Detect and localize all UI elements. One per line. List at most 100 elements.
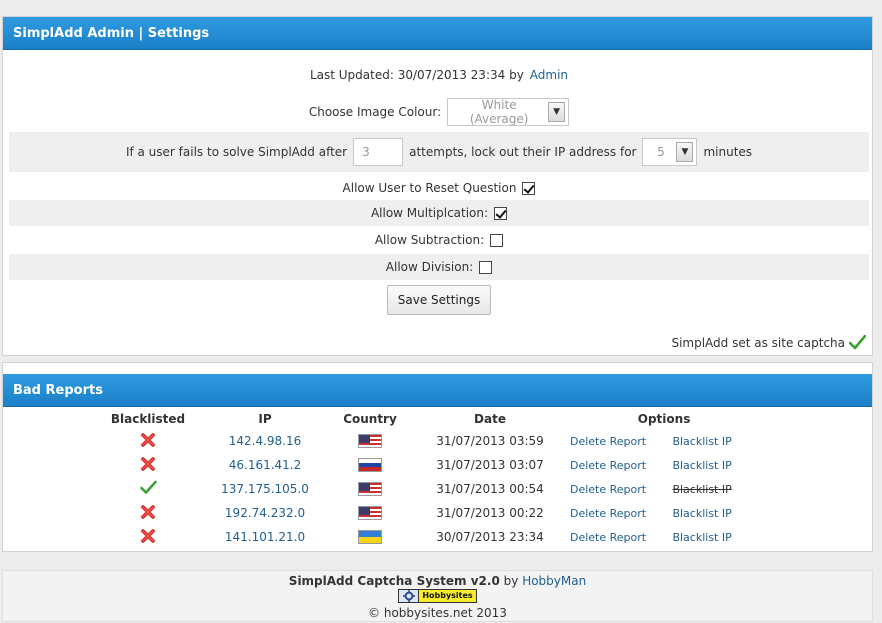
footer-badge-row: Hobbysites [3, 588, 872, 605]
blacklist-cell: Blacklist IP [646, 453, 758, 477]
blacklist-ip-link[interactable]: Blacklist IP [672, 507, 731, 520]
blacklist-cell: Blacklist IP [646, 501, 758, 525]
blacklist-status-cell [96, 453, 200, 477]
blacklist-status-cell [96, 429, 200, 453]
cross-icon [141, 432, 155, 447]
column-header-ip: IP [258, 412, 272, 426]
delete-report-link[interactable]: Delete Report [570, 531, 646, 544]
ip-link[interactable]: 137.175.105.0 [221, 482, 309, 496]
last-updated-user-link[interactable]: Admin [530, 68, 568, 82]
last-updated-label: Last Updated: 30/07/2013 23:34 by [309, 68, 524, 82]
ip-cell: 141.101.21.0 [200, 525, 330, 549]
ip-link[interactable]: 192.74.232.0 [225, 506, 305, 520]
blacklist-status-cell [96, 501, 200, 525]
blacklist-ip-link[interactable]: Blacklist IP [672, 531, 731, 544]
column-header-country: Country [343, 412, 397, 426]
cross-icon [141, 504, 155, 519]
delete-report-link[interactable]: Delete Report [570, 507, 646, 520]
country-cell [330, 453, 410, 477]
check-icon [139, 480, 157, 494]
lockout-minutes-select[interactable]: 5 ▼ [642, 138, 698, 166]
allow-multiplication-label: Allow Multiplcation: [370, 206, 489, 220]
allow-division-row: Allow Division: [9, 254, 869, 280]
allow-division-label: Allow Division: [385, 260, 474, 274]
delete-cell: Delete Report [570, 525, 646, 549]
delete-cell: Delete Report [570, 429, 646, 453]
column-header-options: Options [637, 412, 691, 426]
cross-icon [141, 528, 155, 543]
lockout-prefix: If a user fails to solve SimplAdd after [125, 145, 348, 159]
ip-cell: 46.161.41.2 [200, 453, 330, 477]
delete-report-link[interactable]: Delete Report [570, 435, 646, 448]
captcha-status-text: SimplAdd set as site captcha [671, 335, 845, 350]
allow-subtraction-checkbox[interactable] [490, 233, 504, 247]
save-row: Save Settings [9, 284, 869, 316]
footer-by: by [503, 574, 519, 588]
settings-panel: SimplAdd Admin | Settings Last Updated: … [2, 16, 873, 356]
footer-credit: SimplAdd Captcha System v2.0 by HobbyMan [3, 574, 872, 588]
table-row: 141.101.21.0 30/07/2013 23:34 Delete Rep… [96, 525, 758, 549]
last-updated-row: Last Updated: 30/07/2013 23:34 by Admin [9, 65, 869, 85]
table-header-row: Blacklisted IP Country Date Options [96, 409, 758, 429]
footer: SimplAdd Captcha System v2.0 by HobbyMan… [2, 570, 873, 622]
column-header-blacklisted: Blacklisted [110, 412, 186, 426]
chevron-down-icon: ▼ [548, 102, 566, 122]
bad-reports-panel: Bad Reports Blacklisted IP Country Date … [2, 362, 873, 552]
allow-reset-checkbox[interactable] [522, 181, 536, 195]
country-cell [330, 429, 410, 453]
reports-table: Blacklisted IP Country Date Options 142.… [96, 409, 758, 549]
date-cell: 30/07/2013 23:34 [436, 530, 544, 544]
footer-copyright: © hobbysites.net 2013 [368, 606, 507, 620]
delete-report-link[interactable]: Delete Report [570, 459, 646, 472]
hobbysites-badge[interactable]: Hobbysites [398, 589, 477, 603]
delete-cell: Delete Report [570, 453, 646, 477]
image-colour-label: Choose Image Colour: [308, 105, 442, 119]
blacklist-ip-link[interactable]: Blacklist IP [672, 435, 731, 448]
check-icon [849, 335, 866, 350]
allow-subtraction-label: Allow Subtraction: [374, 233, 485, 247]
image-colour-select[interactable]: White (Average) ▼ [447, 98, 570, 126]
settings-header: SimplAdd Admin | Settings [3, 17, 872, 50]
ip-link[interactable]: 142.4.98.16 [229, 434, 302, 448]
lockout-suffix: minutes [703, 145, 753, 159]
column-header-date: Date [474, 412, 506, 426]
us-flag-icon [358, 506, 382, 520]
blacklist-cell: Blacklist IP [646, 429, 758, 453]
blacklist-ip-link[interactable]: Blacklist IP [672, 459, 731, 472]
date-cell: 31/07/2013 00:54 [436, 482, 544, 496]
allow-reset-label: Allow User to Reset Question [342, 181, 517, 195]
allow-multiplication-checkbox[interactable] [494, 206, 508, 220]
date-cell: 31/07/2013 00:22 [436, 506, 544, 520]
ip-link[interactable]: 46.161.41.2 [229, 458, 302, 472]
delete-cell: Delete Report [570, 501, 646, 525]
blacklist-cell: Blacklist IP [646, 477, 758, 501]
ua-flag-icon [358, 530, 382, 544]
allow-division-checkbox[interactable] [479, 260, 493, 274]
table-row: 192.74.232.0 31/07/2013 00:22 Delete Rep… [96, 501, 758, 525]
footer-product: SimplAdd Captcha System v2.0 [288, 574, 500, 588]
lockout-attempts-input[interactable]: 3 [353, 138, 404, 166]
lockout-minutes-value: 5 [657, 145, 665, 159]
ip-cell: 192.74.232.0 [200, 501, 330, 525]
ip-link[interactable]: 141.101.21.0 [225, 530, 305, 544]
blacklist-ip-disabled: Blacklist IP [672, 482, 732, 496]
captcha-status: SimplAdd set as site captcha [671, 335, 866, 350]
country-cell [330, 501, 410, 525]
country-cell [330, 477, 410, 501]
delete-report-link[interactable]: Delete Report [570, 483, 646, 496]
cross-icon [141, 456, 155, 471]
chevron-down-icon: ▼ [676, 142, 694, 162]
ru-flag-icon [358, 458, 382, 472]
allow-reset-row: Allow User to Reset Question [9, 178, 869, 198]
footer-author-link[interactable]: HobbyMan [522, 574, 586, 588]
ip-cell: 137.175.105.0 [200, 477, 330, 501]
blacklist-status-cell [96, 477, 200, 501]
bad-reports-header: Bad Reports [3, 374, 872, 407]
country-cell [330, 525, 410, 549]
blacklist-status-cell [96, 525, 200, 549]
table-row: 142.4.98.16 31/07/2013 03:59 Delete Repo… [96, 429, 758, 453]
save-settings-button[interactable]: Save Settings [386, 285, 492, 315]
us-flag-icon [358, 482, 382, 496]
badge-text: Hobbysites [419, 590, 476, 602]
lockout-row: If a user fails to solve SimplAdd after … [9, 132, 869, 172]
